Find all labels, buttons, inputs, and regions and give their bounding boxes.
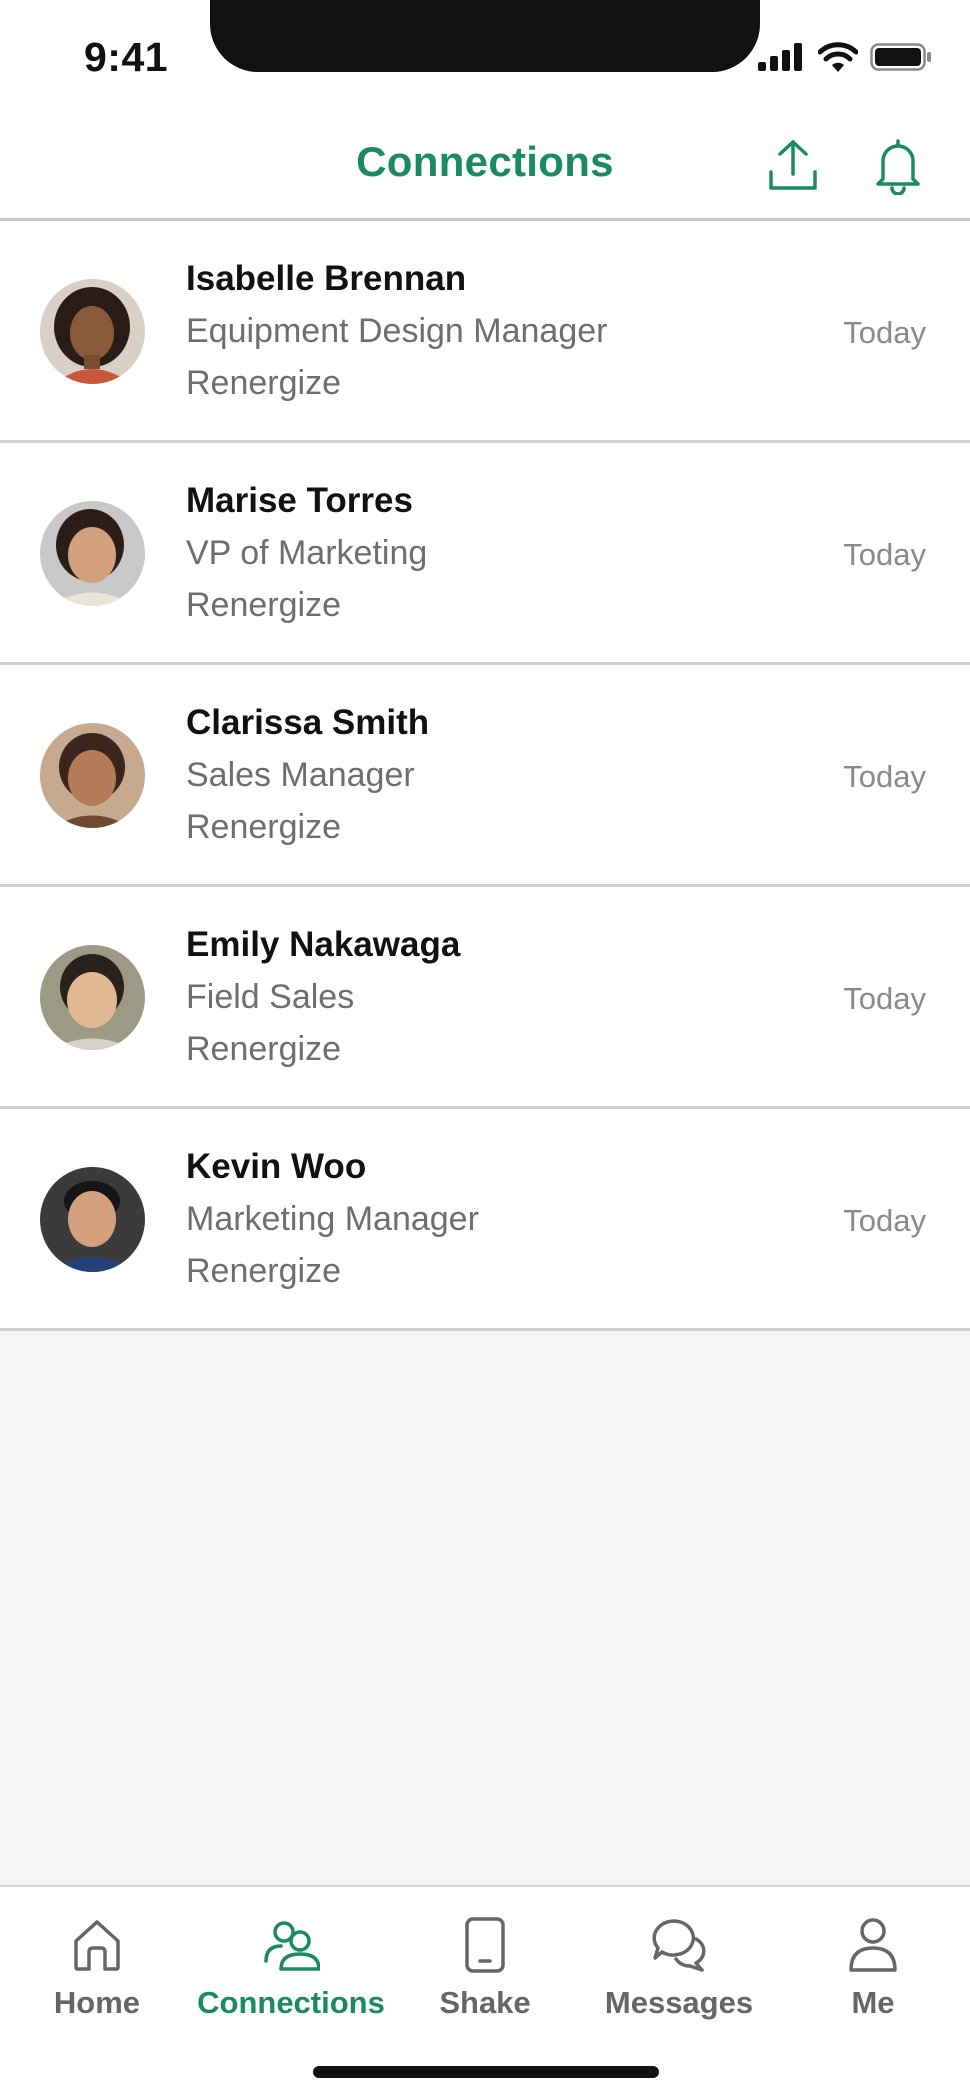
tab-label: Connections <box>197 1985 385 2020</box>
battery-icon <box>870 43 931 71</box>
connections-list: Isabelle Brennan Equipment Design Manage… <box>0 221 970 1331</box>
connections-screen: 9:41 Connections Isabelle Brennan Equipm… <box>0 0 970 2100</box>
connection-name: Kevin Woo <box>186 1147 367 1186</box>
avatar <box>40 501 145 606</box>
notifications-button[interactable] <box>869 136 927 196</box>
avatar <box>40 723 145 828</box>
page-title: Connections <box>356 138 614 185</box>
tab-label: Messages <box>604 1985 754 2020</box>
connection-company: Renergize <box>186 364 341 402</box>
person-icon <box>843 1913 903 1977</box>
home-icon <box>67 1913 127 1977</box>
device-notch <box>210 0 760 72</box>
connection-date: Today <box>843 315 926 350</box>
avatar <box>40 1167 145 1272</box>
connection-company: Renergize <box>186 586 341 624</box>
connection-row[interactable]: Isabelle Brennan Equipment Design Manage… <box>0 221 970 443</box>
connection-row[interactable]: Kevin Woo Marketing Manager Renergize To… <box>0 1109 970 1331</box>
tab-label: Home <box>53 1985 141 2020</box>
tab-messages[interactable]: Messages <box>582 1913 776 2043</box>
tab-connections[interactable]: Connections <box>194 1913 388 2043</box>
connection-date: Today <box>843 537 926 572</box>
nav-header: Connections <box>0 100 970 221</box>
connection-name: Isabelle Brennan <box>186 259 467 298</box>
connection-date: Today <box>843 759 926 794</box>
tab-label: Me <box>851 1985 895 2020</box>
connection-name: Clarissa Smith <box>186 703 430 742</box>
connection-title: Field Sales <box>186 978 355 1016</box>
connection-company: Renergize <box>186 1030 341 1068</box>
upload-button[interactable] <box>764 136 822 196</box>
home-indicator <box>313 2066 659 2078</box>
avatar <box>40 279 145 384</box>
connection-title: Equipment Design Manager <box>186 312 608 350</box>
tab-label: Shake <box>439 1985 531 2020</box>
tab-shake[interactable]: Shake <box>388 1913 582 2043</box>
people-icon <box>261 1913 321 1977</box>
upload-icon <box>769 140 817 190</box>
connection-row[interactable]: Clarissa Smith Sales Manager Renergize T… <box>0 665 970 887</box>
connection-name: Marise Torres <box>186 481 413 520</box>
tab-home[interactable]: Home <box>0 1913 194 2043</box>
connection-row[interactable]: Marise Torres VP of Marketing Renergize … <box>0 443 970 665</box>
connection-title: Sales Manager <box>186 756 415 794</box>
tab-me[interactable]: Me <box>776 1913 970 2043</box>
status-icons <box>758 42 932 72</box>
phone-icon <box>455 1913 515 1977</box>
connection-row[interactable]: Emily Nakawaga Field Sales Renergize Tod… <box>0 887 970 1109</box>
chat-icon <box>649 1913 709 1977</box>
connection-date: Today <box>843 981 926 1016</box>
status-bar: 9:41 <box>0 0 970 100</box>
bell-icon <box>876 139 920 195</box>
connection-title: VP of Marketing <box>186 534 428 572</box>
connection-title: Marketing Manager <box>186 1200 479 1238</box>
connection-company: Renergize <box>186 808 341 846</box>
signal-icon <box>758 43 802 71</box>
connection-name: Emily Nakawaga <box>186 925 461 964</box>
connection-date: Today <box>843 1203 926 1238</box>
wifi-icon <box>818 42 858 72</box>
connection-company: Renergize <box>186 1252 341 1290</box>
avatar <box>40 945 145 1050</box>
status-time: 9:41 <box>84 34 169 80</box>
